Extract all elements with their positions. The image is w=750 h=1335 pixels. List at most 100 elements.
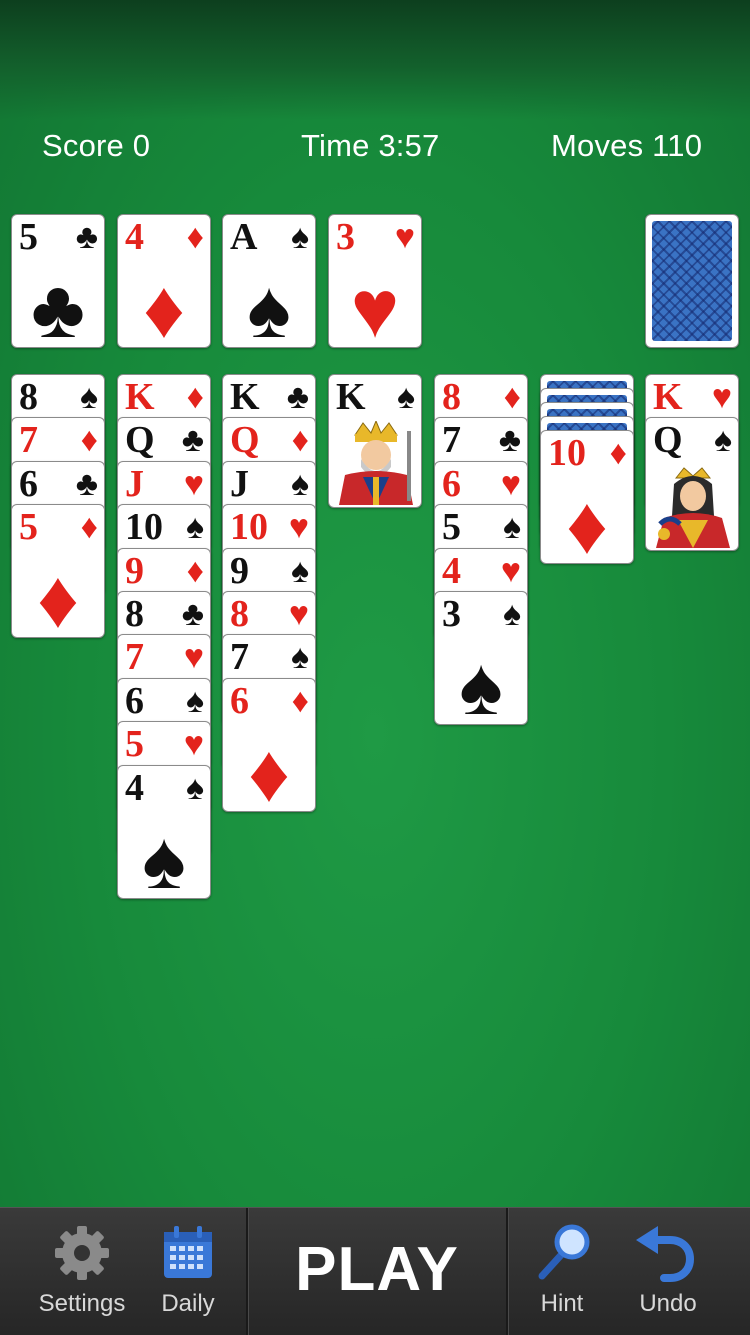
gear-icon <box>55 1226 109 1280</box>
card-suit-icon: ♦ <box>503 378 521 416</box>
card-rank: K <box>653 376 683 418</box>
moves-label: Moves 110 <box>551 128 703 163</box>
card-suit-icon: ♥ <box>183 725 204 764</box>
foundation-card[interactable]: 3 ♥ ♥ <box>328 214 422 348</box>
card-rank: 7 <box>230 636 249 679</box>
hint-button[interactable]: Hint <box>508 1208 616 1335</box>
card-rank: 5 <box>442 506 461 549</box>
play-label: PLAY <box>295 1235 459 1304</box>
card-rank: 6 <box>19 462 38 505</box>
card-rank: 8 <box>442 376 461 418</box>
card-rank: 10 <box>230 506 268 549</box>
card-suit-icon: ♥ <box>500 551 521 590</box>
card-suit-icon: ♠ <box>290 464 309 503</box>
card-rank: 6 <box>125 679 144 722</box>
queen-portrait-icon <box>650 464 736 549</box>
card-suit-icon: ♦ <box>609 434 627 472</box>
hint-label: Hint <box>540 1290 584 1317</box>
card-suit-icon: ♦ <box>186 218 204 256</box>
card-suit-icon: ♠ <box>713 421 732 460</box>
card-rank: 9 <box>230 549 249 592</box>
card-center-suit-icon: ♦ <box>143 264 185 348</box>
card-rank: 5 <box>19 216 38 258</box>
card-suit-icon: ♦ <box>291 421 309 460</box>
card-suit-icon: ♠ <box>185 508 204 547</box>
card-suit-icon: ♥ <box>288 508 309 547</box>
card-rank: 10 <box>548 432 586 474</box>
top-shade <box>0 0 750 120</box>
tableau-card[interactable]: 10 ♦ ♦ <box>540 430 634 564</box>
card-suit-icon: ♥ <box>711 378 732 416</box>
card-rank: 7 <box>125 636 144 679</box>
card-rank: J <box>230 462 249 505</box>
card-center-suit-icon: ♦ <box>566 480 608 564</box>
card-center-suit-icon: ♥ <box>350 264 400 348</box>
tableau-card[interactable]: 4 ♠ ♠ <box>117 764 211 899</box>
card-rank: 4 <box>125 216 144 258</box>
tableau-card[interactable]: Q ♠ <box>645 417 739 552</box>
undo-label: Undo <box>639 1290 697 1317</box>
undo-arrow-icon <box>636 1226 694 1282</box>
tableau-card[interactable]: 3 ♠ ♠ <box>434 591 528 725</box>
card-suit-icon: ♣ <box>75 218 98 256</box>
card-rank: 10 <box>125 506 163 549</box>
card-rank: 8 <box>19 376 38 418</box>
tableau-card[interactable]: 6 ♦ ♦ <box>222 677 316 812</box>
card-suit-icon: ♦ <box>291 681 309 720</box>
card-suit-icon: ♠ <box>185 681 204 720</box>
card-suit-icon: ♣ <box>286 378 309 416</box>
card-rank: A <box>230 216 258 258</box>
card-rank: K <box>336 376 366 418</box>
card-suit-icon: ♠ <box>396 378 415 416</box>
card-rank: 3 <box>336 216 355 258</box>
card-rank: 6 <box>442 462 461 505</box>
card-center-suit-icon: ♦ <box>37 554 79 639</box>
card-suit-icon: ♣ <box>181 421 204 460</box>
king-portrait-icon <box>333 419 419 505</box>
magnifier-icon <box>538 1224 590 1280</box>
time-label: Time 3:57 <box>301 128 440 163</box>
card-suit-icon: ♥ <box>183 638 204 677</box>
card-suit-icon: ♥ <box>183 464 204 503</box>
card-rank: J <box>125 462 144 505</box>
foundation-card[interactable]: 4 ♦ ♦ <box>117 214 211 348</box>
calendar-icon <box>164 1226 212 1278</box>
daily-label: Daily <box>161 1290 215 1317</box>
card-center-suit-icon: ♠ <box>247 264 291 348</box>
foundation-card[interactable]: 5 ♣ ♣ <box>11 214 105 348</box>
settings-label: Settings <box>38 1290 126 1317</box>
tableau-card[interactable]: K ♠ <box>328 374 422 508</box>
bottom-toolbar: Settings Daily PLAY Hint Undo <box>0 1207 750 1335</box>
card-rank: K <box>125 376 155 418</box>
card-rank: 7 <box>442 419 461 462</box>
daily-button[interactable]: Daily <box>142 1208 234 1335</box>
card-suit-icon: ♣ <box>75 464 98 503</box>
card-rank: 9 <box>125 549 144 592</box>
card-suit-icon: ♥ <box>288 595 309 633</box>
tableau-card[interactable]: 5 ♦ ♦ <box>11 504 105 639</box>
settings-button[interactable]: Settings <box>22 1208 142 1335</box>
card-suit-icon: ♥ <box>394 218 415 256</box>
card-rank: 7 <box>19 419 38 462</box>
card-suit-icon: ♦ <box>80 421 98 460</box>
card-rank: 8 <box>125 593 144 635</box>
card-center-suit-icon: ♠ <box>459 641 503 725</box>
card-suit-icon: ♠ <box>502 595 521 633</box>
card-suit-icon: ♣ <box>181 595 204 633</box>
card-suit-icon: ♦ <box>186 378 204 416</box>
foundation-card[interactable]: A ♠ ♠ <box>222 214 316 348</box>
play-button[interactable]: PLAY <box>248 1208 506 1335</box>
card-rank: Q <box>230 419 260 462</box>
card-back-pattern <box>652 221 732 341</box>
stock-pile[interactable] <box>645 214 739 348</box>
card-suit-icon: ♣ <box>498 421 521 460</box>
score-label: Score 0 <box>42 128 151 163</box>
card-rank: Q <box>653 419 683 462</box>
undo-button[interactable]: Undo <box>616 1208 720 1335</box>
card-rank: 5 <box>125 723 144 766</box>
card-center-suit-icon: ♦ <box>248 727 290 812</box>
card-rank: 4 <box>125 766 144 809</box>
card-suit-icon: ♠ <box>185 768 204 807</box>
card-rank: 3 <box>442 593 461 635</box>
card-suit-icon: ♠ <box>290 638 309 677</box>
